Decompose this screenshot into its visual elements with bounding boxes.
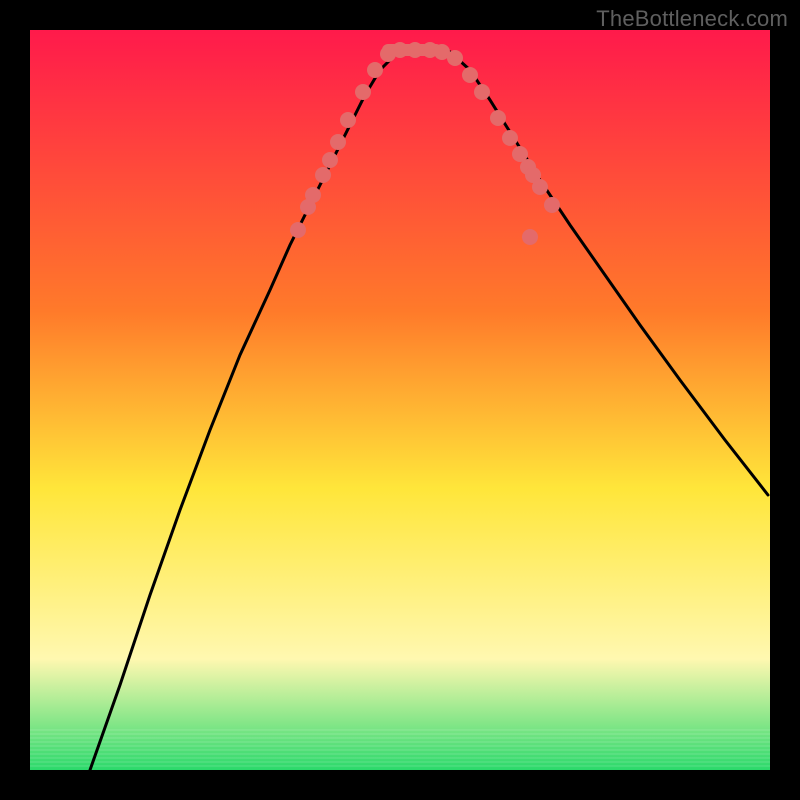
marker-dot bbox=[502, 130, 518, 146]
chart-svg bbox=[30, 30, 770, 770]
plot-area bbox=[30, 30, 770, 770]
marker-dot bbox=[290, 222, 306, 238]
marker-dot bbox=[355, 84, 371, 100]
marker-dot bbox=[330, 134, 346, 150]
marker-dot bbox=[522, 229, 538, 245]
marker-dot bbox=[315, 167, 331, 183]
marker-dot bbox=[490, 110, 506, 126]
marker-dot bbox=[322, 152, 338, 168]
marker-dot bbox=[305, 187, 321, 203]
watermark-text: TheBottleneck.com bbox=[596, 6, 788, 32]
marker-dot bbox=[367, 62, 383, 78]
marker-dot bbox=[407, 42, 423, 58]
marker-dot bbox=[532, 179, 548, 195]
chart-frame: TheBottleneck.com bbox=[0, 0, 800, 800]
marker-dot bbox=[392, 42, 408, 58]
marker-dot bbox=[340, 112, 356, 128]
marker-dot bbox=[544, 197, 560, 213]
marker-dot bbox=[447, 50, 463, 66]
marker-dot bbox=[462, 67, 478, 83]
marker-dot bbox=[474, 84, 490, 100]
gradient-background bbox=[30, 30, 770, 770]
